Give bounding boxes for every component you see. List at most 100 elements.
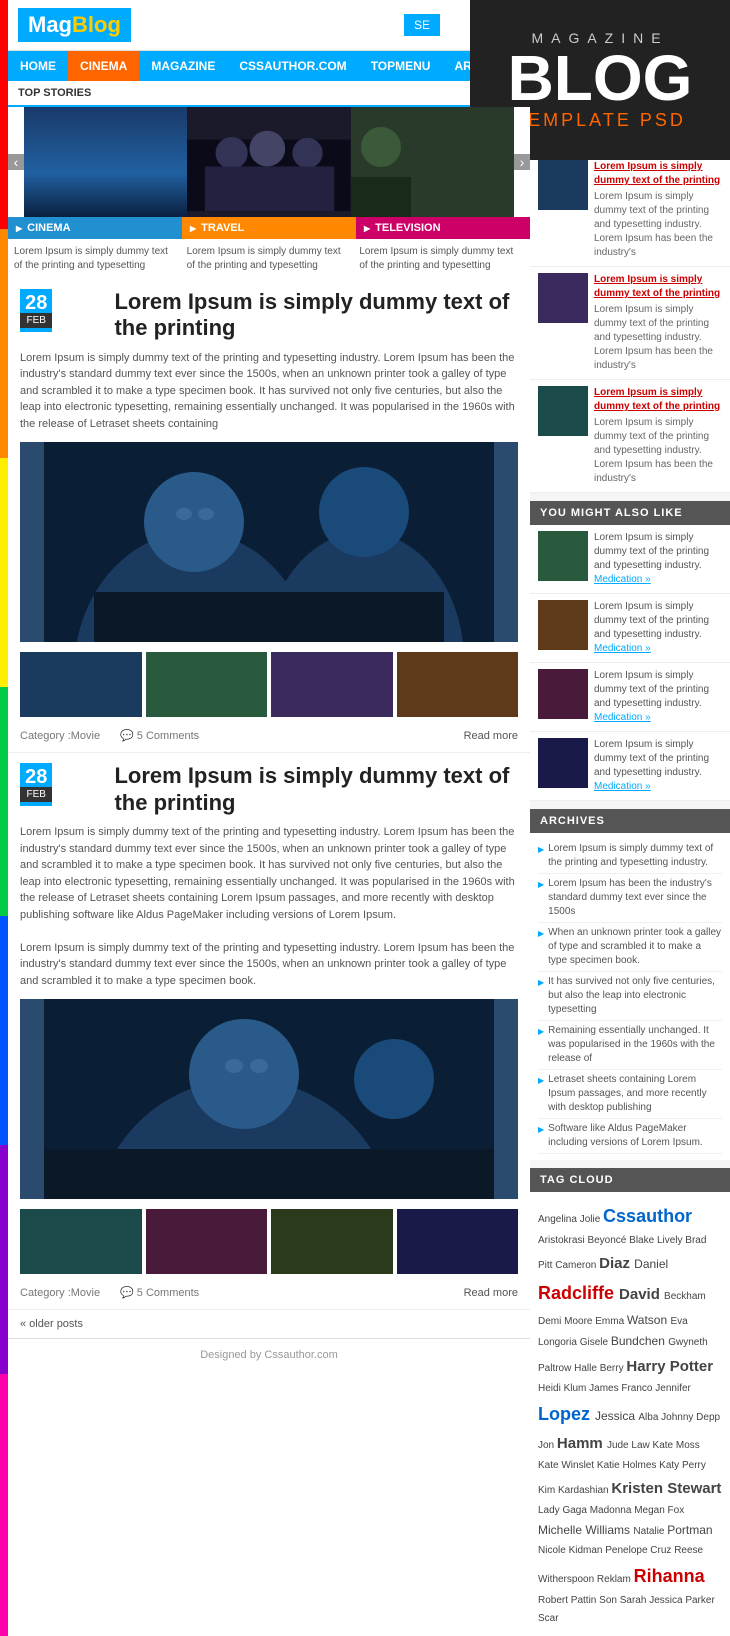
- tag-cssauthor[interactable]: Cssauthor: [603, 1206, 692, 1226]
- tag-eva[interactable]: Eva: [671, 1316, 688, 1327]
- tag-kristen[interactable]: Kristen Stewart: [611, 1480, 721, 1497]
- cat-travel[interactable]: ▶ TRAVEL: [182, 217, 356, 239]
- article-1-read-more[interactable]: Read more: [464, 730, 518, 742]
- tag-bundchen[interactable]: Bundchen: [611, 1334, 668, 1348]
- tag-michelle[interactable]: Michelle Williams: [538, 1523, 633, 1537]
- tag-winslet[interactable]: Winslet: [561, 1460, 597, 1471]
- tag-megan[interactable]: Megan Fox: [634, 1505, 684, 1516]
- sidebar-story-body-2: Lorem Ipsum is simply dummy text of the …: [594, 303, 722, 373]
- you-might-4: Lorem Ipsum is simply dummy text of the …: [530, 732, 730, 801]
- sidebar-story-link-3[interactable]: Lorem Ipsum is simply dummy text of the …: [594, 386, 722, 414]
- article-1-day: 28: [20, 293, 52, 313]
- you-might-link-3[interactable]: Medication »: [594, 712, 651, 723]
- tag-halle[interactable]: Halle Berry: [574, 1363, 626, 1374]
- sidebar-story-link-2[interactable]: Lorem Ipsum is simply dummy text of the …: [594, 273, 722, 301]
- nav-cssauthor[interactable]: CSSAUTHOR.COM: [227, 51, 358, 81]
- tag-johnny[interactable]: Johnny Depp: [661, 1412, 720, 1423]
- tag-natalie[interactable]: Natalie: [633, 1526, 667, 1537]
- you-might-link-4[interactable]: Medication »: [594, 781, 651, 792]
- sidebar-story-link-1[interactable]: Lorem Ipsum is simply dummy text of the …: [594, 160, 722, 188]
- nav-home[interactable]: HOME: [8, 51, 68, 81]
- tag-daniel[interactable]: Daniel: [634, 1257, 668, 1271]
- thumb-2-3: [271, 1209, 393, 1274]
- article-2-comments[interactable]: 5 Comments: [137, 1287, 199, 1299]
- tag-james[interactable]: James Franco: [589, 1383, 655, 1394]
- tag-hamm[interactable]: Hamm: [557, 1435, 607, 1452]
- you-might-link-2[interactable]: Medication »: [594, 643, 651, 654]
- thumb-1-2: [146, 652, 268, 717]
- search-button[interactable]: SE: [404, 14, 440, 36]
- tag-perry[interactable]: Perry: [682, 1460, 706, 1471]
- tag-penelope[interactable]: Penelope Cruz: [605, 1545, 674, 1556]
- tag-nicole[interactable]: Nicole Kidman: [538, 1545, 605, 1556]
- tag-katemoss[interactable]: Kate Moss: [653, 1440, 700, 1451]
- article-1-comments[interactable]: 5 Comments: [137, 730, 199, 742]
- tag-gisele[interactable]: Gisele: [580, 1337, 611, 1348]
- tag-reklam[interactable]: Reklam: [597, 1574, 634, 1585]
- cat-tv-label: TELEVISION: [375, 222, 440, 234]
- tag-blake[interactable]: Blake Lively: [629, 1235, 685, 1246]
- tag-radcliffe[interactable]: Radcliffe: [538, 1283, 619, 1303]
- tag-emma[interactable]: Emma: [595, 1316, 627, 1327]
- tag-ladygaga[interactable]: Lady Gaga: [538, 1505, 590, 1516]
- tag-aristo[interactable]: Aristokrasi: [538, 1235, 587, 1246]
- tag-cameron[interactable]: Cameron: [555, 1260, 599, 1271]
- article-1-title[interactable]: Lorem Ipsum is simply dummy text of the …: [114, 289, 518, 342]
- thumb-2-4: [397, 1209, 519, 1274]
- article-2-cat-value[interactable]: Movie: [71, 1287, 100, 1299]
- tag-katieholmes[interactable]: Katie Holmes: [597, 1460, 659, 1471]
- tag-angelina[interactable]: Angelina Jolie: [538, 1214, 603, 1225]
- tag-kardashian[interactable]: Kardashian: [558, 1485, 611, 1496]
- tag-katy[interactable]: Katy: [659, 1460, 682, 1471]
- article-2-title[interactable]: Lorem Ipsum is simply dummy text of the …: [114, 763, 518, 816]
- older-posts-link[interactable]: « older posts: [20, 1318, 83, 1330]
- featured-image-3: [351, 107, 514, 217]
- tag-lopez[interactable]: Lopez: [538, 1404, 595, 1424]
- tag-kate[interactable]: Kate: [538, 1460, 561, 1471]
- tag-rihanna[interactable]: Rihanna: [634, 1566, 705, 1586]
- you-might-text-1: Lorem Ipsum is simply dummy text of the …: [594, 531, 722, 587]
- tag-watson[interactable]: Watson: [627, 1313, 671, 1327]
- tag-robert[interactable]: Robert Pattin: [538, 1595, 599, 1606]
- tag-jessica-p[interactable]: Jessica Parker: [649, 1595, 715, 1606]
- tag-jennifer[interactable]: Jennifer: [655, 1383, 691, 1394]
- cat-cinema[interactable]: ▶ CINEMA: [8, 217, 182, 239]
- tag-portman[interactable]: Portman: [667, 1523, 712, 1537]
- article-2-footer: Category : Movie 💬 5 Comments Read more: [20, 1280, 518, 1299]
- tag-paltrow[interactable]: Paltrow: [538, 1363, 574, 1374]
- tag-alba[interactable]: Alba: [638, 1412, 661, 1423]
- featured-prev[interactable]: ‹: [8, 154, 24, 170]
- sidebar-story-2: Lorem Ipsum is simply dummy text of the …: [530, 267, 730, 380]
- you-might-link-1[interactable]: Medication »: [594, 574, 651, 585]
- tag-beyonce[interactable]: Beyoncé: [587, 1235, 629, 1246]
- tag-jude[interactable]: Jude Law: [607, 1440, 653, 1451]
- nav-cinema[interactable]: CINEMA: [68, 51, 139, 81]
- tag-jon[interactable]: Jon: [538, 1440, 557, 1451]
- logo[interactable]: MagBlog: [18, 8, 131, 42]
- tag-son[interactable]: Son Sarah: [599, 1595, 649, 1606]
- tag-heidi[interactable]: Heidi Klum: [538, 1383, 589, 1394]
- you-might-section: Lorem Ipsum is simply dummy text of the …: [530, 525, 730, 801]
- cat-television[interactable]: ▶ TELEVISION: [356, 217, 530, 239]
- archive-item-1: Lorem Ipsum is simply dummy text of the …: [538, 839, 722, 874]
- tag-harry[interactable]: Harry Potter: [626, 1358, 713, 1375]
- tag-demi[interactable]: Demi Moore: [538, 1316, 595, 1327]
- nav-magazine[interactable]: MAGAZINE: [139, 51, 227, 81]
- tag-beckham[interactable]: Beckham: [664, 1291, 706, 1302]
- article-2-read-more[interactable]: Read more: [464, 1287, 518, 1299]
- tag-diaz[interactable]: Diaz: [599, 1255, 634, 1272]
- tag-jessica[interactable]: Jessica: [595, 1409, 638, 1423]
- tag-david[interactable]: David: [619, 1286, 664, 1303]
- tag-gwyneth[interactable]: Gwyneth: [668, 1337, 707, 1348]
- sidebar-story-3: Lorem Ipsum is simply dummy text of the …: [530, 380, 730, 493]
- tag-longoria[interactable]: Longoria: [538, 1337, 580, 1348]
- tag-kim[interactable]: Kim: [538, 1485, 558, 1496]
- article-1-cat-value[interactable]: Movie: [71, 730, 100, 742]
- featured-next[interactable]: ›: [514, 154, 530, 170]
- tag-scar[interactable]: Scar: [538, 1613, 559, 1624]
- you-might-body-1: Lorem Ipsum is simply dummy text of the …: [594, 532, 709, 571]
- comment-icon-1: 💬: [120, 729, 134, 742]
- category-labels: ▶ CINEMA ▶ TRAVEL ▶ TELEVISION: [8, 217, 530, 239]
- nav-topmenu[interactable]: TOPMENU: [359, 51, 443, 81]
- tag-madonna[interactable]: Madonna: [590, 1505, 634, 1516]
